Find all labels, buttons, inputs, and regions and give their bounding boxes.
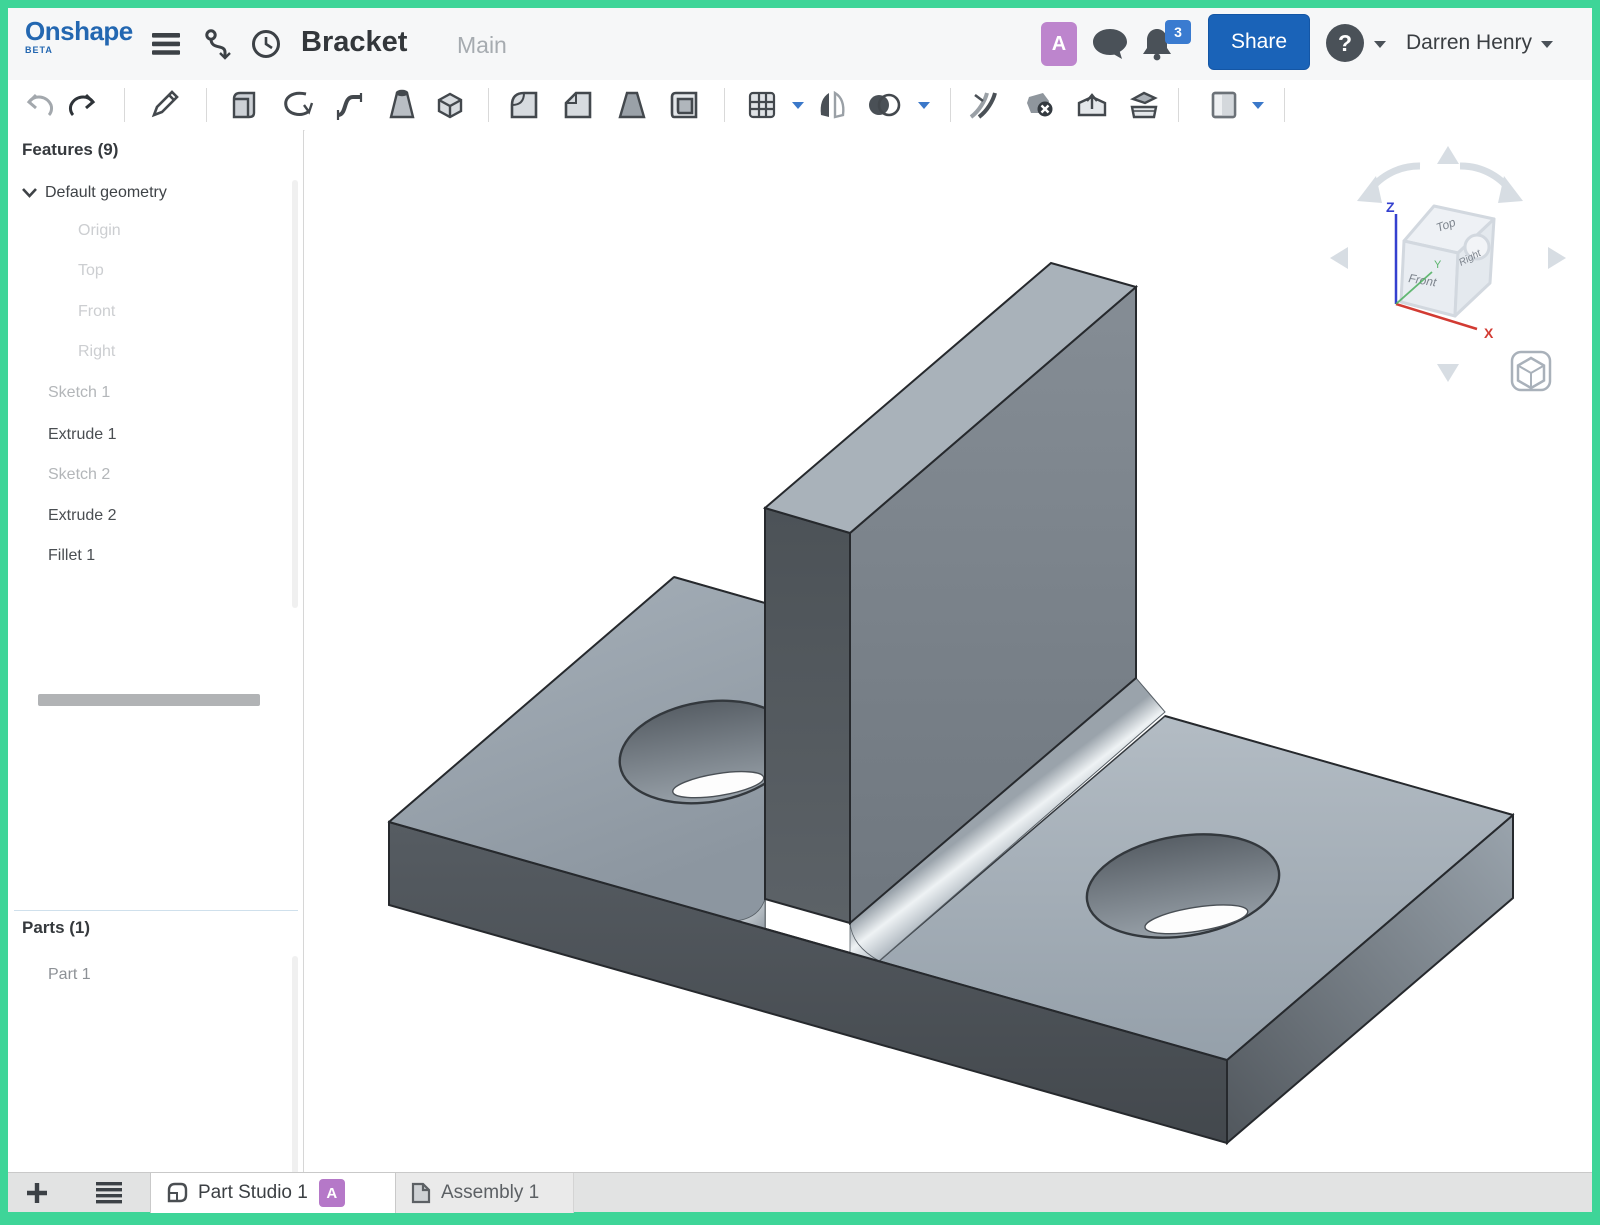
feature-label: Right xyxy=(78,343,115,361)
mirror-icon[interactable] xyxy=(814,87,850,123)
tab-list-icon[interactable] xyxy=(92,1177,126,1209)
feature-label: Front xyxy=(78,303,115,321)
user-menu[interactable]: Darren Henry xyxy=(1406,31,1553,55)
features-scrollbar[interactable] xyxy=(292,180,298,608)
linear-pattern-icon[interactable] xyxy=(744,87,780,123)
draft-icon[interactable] xyxy=(614,87,650,123)
feature-label: Fillet 1 xyxy=(48,547,95,565)
notification-bell-icon[interactable] xyxy=(1138,8,1176,80)
hamburger-menu-icon[interactable] xyxy=(152,8,182,80)
rotate-right-arrow xyxy=(1548,247,1566,269)
feature-label: Top xyxy=(78,262,104,280)
feature-label: Sketch 1 xyxy=(48,384,110,402)
features-panel: Features (9) Default geometry Origin Top… xyxy=(8,130,304,1172)
top-bar: Onshape BETA Bracket Main A 3 Share ? xyxy=(8,8,1592,80)
undo-icon[interactable] xyxy=(22,87,58,123)
tab-label: Part Studio 1 xyxy=(198,1182,308,1204)
toolbar-separator xyxy=(724,88,725,122)
tab-version-badge: A xyxy=(319,1179,345,1207)
feature-label: Extrude 2 xyxy=(48,507,116,525)
tab-assembly-1[interactable]: Assembly 1 xyxy=(396,1173,574,1213)
feature-tree-root[interactable]: Default geometry xyxy=(22,178,302,208)
replace-face-icon[interactable] xyxy=(1126,87,1162,123)
add-tab-button[interactable] xyxy=(20,1177,54,1209)
boolean-dropdown-caret[interactable] xyxy=(918,102,930,109)
share-button[interactable]: Share xyxy=(1208,14,1310,70)
graphics-viewport[interactable]: Top Front Right Z X Y xyxy=(305,130,1592,1172)
part-studio-icon xyxy=(165,1181,189,1205)
tab-part-studio-1[interactable]: Part Studio 1 A xyxy=(150,1173,396,1213)
redo-icon[interactable] xyxy=(64,87,100,123)
toolbar-separator xyxy=(950,88,951,122)
logo-text: Onshape xyxy=(25,18,145,44)
fillet-icon[interactable] xyxy=(506,87,542,123)
feature-item-sketch2[interactable]: Sketch 2 xyxy=(48,460,328,490)
workspace-name[interactable]: Main xyxy=(457,32,507,59)
document-title[interactable]: Bracket xyxy=(301,26,407,59)
notification-count-badge: 3 xyxy=(1165,20,1191,44)
section-view-icon[interactable] xyxy=(1206,87,1242,123)
comment-icon[interactable] xyxy=(1090,8,1130,80)
toolbar-separator xyxy=(1178,88,1179,122)
model-3d-bracket[interactable]: Top Front Right Z X Y xyxy=(305,130,1592,1172)
y-axis-label: Y xyxy=(1434,259,1442,271)
user-name-label: Darren Henry xyxy=(1406,31,1532,55)
shell-icon[interactable] xyxy=(666,87,702,123)
chevron-down-icon xyxy=(22,188,37,198)
pattern-dropdown-caret[interactable] xyxy=(792,102,804,109)
tab-label: Assembly 1 xyxy=(441,1182,539,1204)
toolbar-separator xyxy=(124,88,125,122)
move-face-icon[interactable] xyxy=(1074,87,1110,123)
feature-item-extrude2[interactable]: Extrude 2 xyxy=(48,501,328,531)
rotate-up-arrow xyxy=(1437,146,1459,164)
rollback-bar[interactable] xyxy=(38,694,260,706)
feature-label: Sketch 2 xyxy=(48,466,110,484)
feature-item-sketch1[interactable]: Sketch 1 xyxy=(48,378,328,408)
extrude-icon[interactable] xyxy=(226,87,262,123)
thicken-icon[interactable] xyxy=(432,87,468,123)
features-panel-title: Features (9) xyxy=(22,140,118,160)
feature-label: Origin xyxy=(78,222,121,240)
split-icon[interactable] xyxy=(966,87,1002,123)
x-axis-label: X xyxy=(1484,325,1494,341)
view-cube[interactable]: Top Front Right Z X Y xyxy=(1330,146,1566,382)
help-dropdown-caret[interactable] xyxy=(1374,41,1386,48)
feature-label: Extrude 1 xyxy=(48,426,116,444)
logo-beta-label: BETA xyxy=(25,45,145,55)
versions-icon[interactable] xyxy=(204,8,234,80)
onshape-logo[interactable]: Onshape BETA xyxy=(25,18,145,55)
feature-toolbar xyxy=(8,80,1592,131)
help-button[interactable]: ? xyxy=(1326,24,1364,62)
part-label: Part 1 xyxy=(48,966,91,984)
toolbar-separator xyxy=(1284,88,1285,122)
boolean-icon[interactable] xyxy=(866,87,902,123)
z-axis-label: Z xyxy=(1386,199,1395,215)
revolve-icon[interactable] xyxy=(280,87,316,123)
user-dropdown-caret xyxy=(1541,41,1553,48)
toolbar-separator xyxy=(206,88,207,122)
delete-face-icon[interactable] xyxy=(1022,87,1058,123)
rotate-down-arrow xyxy=(1437,364,1459,382)
feature-item-extrude1[interactable]: Extrude 1 xyxy=(48,420,328,450)
isometric-view-button[interactable] xyxy=(1512,352,1550,390)
app-window: Onshape BETA Bracket Main A 3 Share ? xyxy=(8,8,1592,1212)
loft-icon[interactable] xyxy=(384,87,420,123)
sweep-icon[interactable] xyxy=(332,87,368,123)
history-icon[interactable] xyxy=(250,8,282,80)
chamfer-icon[interactable] xyxy=(560,87,596,123)
section-dropdown-caret[interactable] xyxy=(1252,102,1264,109)
tab-bar: Part Studio 1 A Assembly 1 xyxy=(8,1172,1592,1212)
parts-panel-title: Parts (1) xyxy=(22,918,90,938)
toolbar-separator xyxy=(488,88,489,122)
rotate-left-arrow xyxy=(1330,247,1348,269)
panel-divider xyxy=(14,910,298,911)
feature-root-label: Default geometry xyxy=(45,184,167,202)
avatar[interactable]: A xyxy=(1041,22,1077,66)
assembly-icon xyxy=(410,1181,432,1205)
feature-item-fillet1[interactable]: Fillet 1 xyxy=(48,541,328,571)
parts-scrollbar[interactable] xyxy=(292,956,298,1174)
onshape-app: Onshape BETA Bracket Main A 3 Share ? xyxy=(0,0,1600,1225)
sketch-icon[interactable] xyxy=(146,87,182,123)
part-item-part1[interactable]: Part 1 xyxy=(48,960,328,990)
